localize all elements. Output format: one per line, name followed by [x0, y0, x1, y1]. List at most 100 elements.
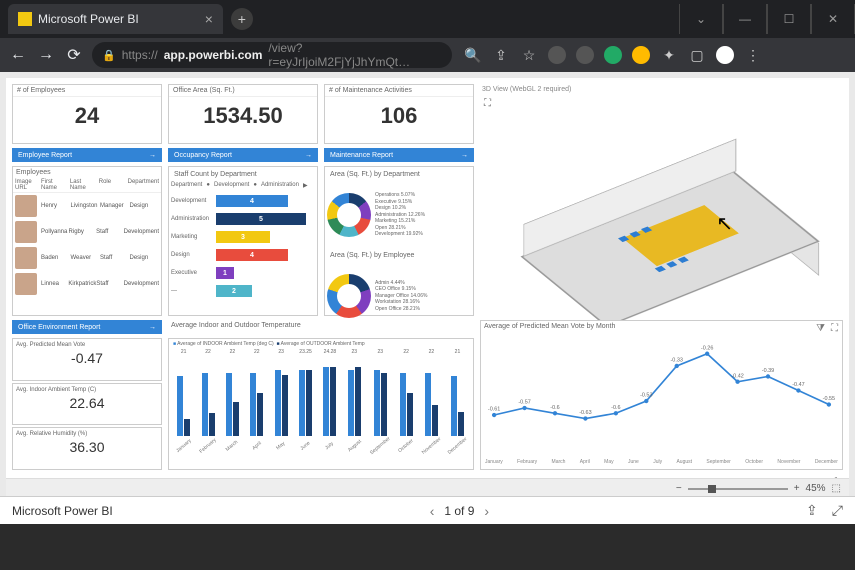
profile-avatar[interactable] — [716, 46, 734, 64]
zoom-in-button[interactable]: + — [794, 483, 800, 494]
table-row[interactable]: LinneaKirkpatrickStaffDevelopment — [13, 271, 161, 297]
window-dropdown-icon[interactable]: ⌄ — [679, 4, 723, 34]
report-canvas: # of Employees 24 Office Area (Sq. Ft.) … — [0, 72, 855, 524]
maintenance-report-button[interactable]: Maintenance Report→ — [324, 148, 474, 162]
scroll-arrow-icon[interactable]: ▶ — [303, 182, 308, 189]
arrow-icon: → — [149, 324, 156, 331]
extension-icon-3[interactable] — [604, 46, 622, 64]
area-donuts: Area (Sq. Ft.) by Department Operations … — [324, 166, 474, 316]
powerbi-icon — [18, 12, 32, 26]
3d-isometric — [500, 124, 823, 306]
kpi-area-label: Office Area (Sq. Ft.) — [169, 85, 317, 97]
col-last: Last Name — [70, 179, 99, 191]
kpi-area: Office Area (Sq. Ft.) 1534.50 — [168, 84, 318, 144]
search-icon[interactable]: 🔍 — [464, 46, 482, 64]
donut-emp — [327, 274, 371, 318]
svg-text:-0.6: -0.6 — [550, 405, 559, 411]
svg-text:-0.61: -0.61 — [488, 407, 500, 413]
next-page-button[interactable]: › — [484, 503, 489, 519]
table-row[interactable]: HenryLivingstonManagerDesign — [13, 193, 161, 219]
fit-page-icon[interactable]: ⬚ — [832, 483, 841, 494]
forward-button[interactable]: → — [36, 46, 56, 64]
tab-close-icon[interactable]: × — [205, 11, 213, 27]
arrow-icon: → — [149, 152, 156, 159]
col-image: Image URL — [15, 179, 41, 191]
svg-text:-0.33: -0.33 — [670, 358, 682, 364]
fullscreen-icon[interactable]: ⤢ — [832, 502, 843, 519]
pmv-value: -0.47 — [16, 348, 158, 368]
kpi-maint: # of Maintenance Activities 106 — [324, 84, 474, 144]
extensions-puzzle-icon[interactable]: ✦ — [660, 46, 678, 64]
temp-title: Average Indoor and Outdoor Temperature — [168, 320, 474, 334]
reload-button[interactable]: ⟳ — [64, 45, 84, 65]
employee-photo — [15, 247, 37, 269]
kpi-employees: # of Employees 24 — [12, 84, 162, 144]
zoom-bar: − + 45% ⬚ — [6, 478, 849, 498]
svg-text:-0.57: -0.57 — [518, 400, 530, 406]
share-icon[interactable]: ⇪ — [492, 46, 510, 64]
zoom-slider[interactable] — [688, 488, 788, 490]
url-prefix: https:// — [122, 48, 158, 62]
browser-toolbar: ← → ⟳ 🔒 https://app.powerbi.com/view?r=e… — [0, 38, 855, 72]
temp-value: 22.64 — [16, 393, 158, 413]
employee-photo — [15, 273, 37, 295]
donut1-title: Area (Sq. Ft.) by Department — [327, 169, 471, 180]
extension-icon-1[interactable] — [548, 46, 566, 64]
window-maximize-icon[interactable]: ☐ — [767, 4, 811, 34]
tab-title: Microsoft Power BI — [38, 12, 139, 26]
address-bar[interactable]: 🔒 https://app.powerbi.com/view?r=eyJrIjo… — [92, 42, 452, 68]
employee-report-button[interactable]: Employee Report→ — [12, 148, 162, 162]
zoom-percent: 45% — [806, 483, 826, 494]
powerbi-bar: Microsoft Power BI ‹ 1 of 9 › ⇪ ⤢ — [0, 496, 855, 524]
browser-tab[interactable]: Microsoft Power BI × — [8, 4, 223, 34]
focus-icon[interactable]: ⛶ — [831, 323, 838, 334]
kpi-maint-value: 106 — [325, 97, 473, 135]
extension-icon-4[interactable] — [632, 46, 650, 64]
table-row[interactable]: PollyannaRigbyStaffDevelopment — [13, 219, 161, 245]
pmv-line-chart: Average of Predicted Mean Vote by Month … — [480, 320, 843, 470]
kpi-employees-label: # of Employees — [13, 85, 161, 97]
tab-overview-icon[interactable]: ▢ — [688, 46, 706, 64]
svg-text:-0.6: -0.6 — [611, 405, 620, 411]
employee-photo — [15, 195, 37, 217]
table-row[interactable]: BadenWeaverStaffDesign — [13, 245, 161, 271]
occupancy-report-button[interactable]: Occupancy Report→ — [168, 148, 318, 162]
window-minimize-icon[interactable]: — — [723, 4, 767, 34]
staff-title: Staff Count by Department — [171, 169, 315, 180]
browser-titlebar: Microsoft Power BI × + ⌄ — ☐ ✕ — [0, 0, 855, 38]
office-env-report-button[interactable]: Office Environment Report→ — [12, 320, 162, 334]
temp-chart: ■ Average of INDOOR Ambient Temp (deg C)… — [168, 338, 474, 470]
new-tab-button[interactable]: + — [231, 8, 253, 30]
dashboard: # of Employees 24 Office Area (Sq. Ft.) … — [6, 78, 849, 498]
prev-page-button[interactable]: ‹ — [430, 503, 435, 519]
kpi-employees-value: 24 — [13, 97, 161, 135]
col-first: First Name — [41, 179, 70, 191]
window-close-icon[interactable]: ✕ — [811, 4, 855, 34]
staff-count-chart: Staff Count by Department Department ●De… — [168, 166, 318, 316]
donut2-title: Area (Sq. Ft.) by Employee — [327, 250, 471, 261]
bookmark-icon[interactable]: ☆ — [520, 46, 538, 64]
employee-photo — [15, 221, 37, 243]
page-indicator: 1 of 9 — [444, 504, 474, 518]
col-role: Role — [99, 179, 128, 191]
zoom-out-button[interactable]: − — [676, 483, 682, 494]
3d-view-panel[interactable]: 3D View (WebGL 2 required) ⛶ ↖ — [480, 84, 843, 316]
svg-text:-0.63: -0.63 — [579, 410, 591, 416]
back-button[interactable]: ← — [8, 46, 28, 64]
expand-icon[interactable]: ⛶ — [484, 98, 491, 109]
lock-icon: 🔒 — [102, 49, 116, 62]
arrow-icon: → — [305, 152, 312, 159]
rh-value: 36.30 — [16, 437, 158, 457]
svg-text:-0.47: -0.47 — [792, 382, 804, 388]
url-path: /view?r=eyJrIjoiM2FjYjJhYmQt… — [268, 41, 442, 69]
donut-dept — [327, 193, 371, 237]
filter-icon[interactable]: ⧩ — [816, 323, 825, 334]
extension-icon-2[interactable] — [576, 46, 594, 64]
chrome-menu-icon[interactable]: ⋮ — [744, 46, 762, 64]
share-report-icon[interactable]: ⇪ — [806, 502, 818, 519]
employees-title: Employees — [13, 167, 161, 178]
svg-text:-0.55: -0.55 — [823, 396, 835, 402]
svg-text:-0.53: -0.53 — [640, 393, 652, 399]
3d-view-header: 3D View (WebGL 2 required) — [480, 84, 843, 95]
powerbi-title: Microsoft Power BI — [12, 504, 113, 518]
